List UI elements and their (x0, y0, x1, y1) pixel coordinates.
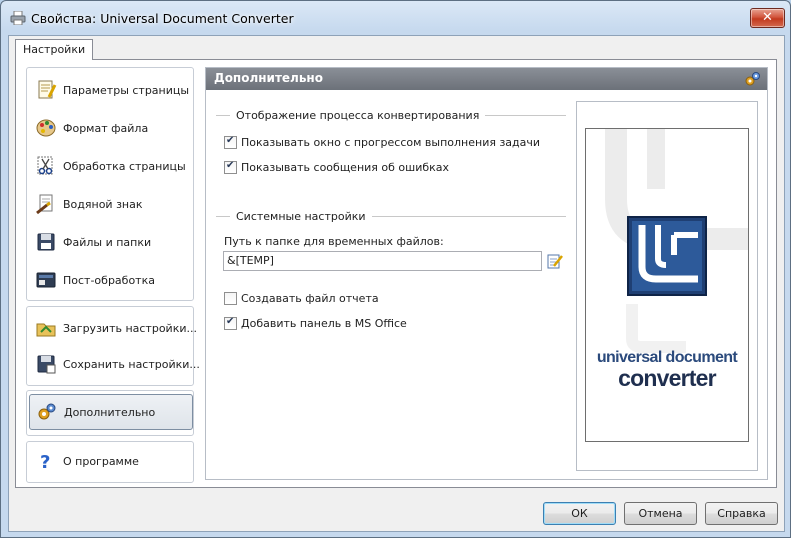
page-settings-icon (38, 80, 57, 99)
floppy-disk-icon (37, 233, 55, 251)
sidebar-item-label: Сохранить настройки... (63, 357, 200, 371)
settings-tab-panel: Параметры страницы Формат файла Обработк… (15, 59, 777, 488)
checkbox-box[interactable] (224, 160, 237, 174)
sidebar-group-advanced: Дополнительно (26, 390, 194, 436)
checkbox-box[interactable] (224, 291, 237, 305)
dialog-client-area: Настройки Параметры страницы Формат файл… (8, 35, 785, 532)
sidebar-item-file-format[interactable]: Формат файла (33, 113, 189, 143)
scissors-icon (37, 156, 53, 175)
printer-icon (10, 11, 26, 25)
sidebar-item-files-folders[interactable]: Файлы и папки (33, 227, 189, 257)
sidebar-item-label: Пост-обработка (63, 273, 155, 287)
edit-path-icon[interactable] (546, 252, 564, 270)
sidebar-item-label: Обработка страницы (63, 159, 186, 173)
sidebar-item-label: Файлы и папки (63, 235, 152, 249)
ms-office-panel-checkbox[interactable]: Добавить панель в MS Office (224, 315, 407, 331)
sidebar-item-label: О программе (63, 454, 139, 468)
section-progress-title: Отображение процесса конвертирования (216, 108, 566, 122)
window-title: Свойства: Universal Document Converter (31, 11, 294, 26)
sidebar-item-advanced[interactable]: Дополнительно (29, 394, 193, 430)
show-progress-checkbox[interactable]: Показывать окно с прогрессом выполнения … (224, 134, 540, 150)
sidebar-item-about[interactable]: ? О программе (33, 446, 189, 476)
sidebar-item-load-settings[interactable]: Загрузить настройки... (33, 313, 197, 343)
logo-line2: converter (618, 365, 716, 391)
sidebar-group-main: Параметры страницы Формат файла Обработк… (26, 67, 194, 301)
sidebar-group-presets: Загрузить настройки... Сохранить настрой… (26, 306, 200, 386)
temp-folder-input[interactable]: &[TEMP] (223, 251, 542, 271)
checkbox-box[interactable] (224, 135, 237, 149)
sidebar-item-label: Дополнительно (64, 405, 156, 419)
ok-button[interactable]: ОК (543, 502, 616, 525)
sidebar-item-label: Формат файла (63, 121, 149, 135)
checkbox-label: Показывать окно с прогрессом выполнения … (241, 135, 541, 149)
palette-icon (36, 119, 56, 137)
sidebar-item-label: Загрузить настройки... (63, 321, 197, 335)
sidebar-item-page-processing[interactable]: Обработка страницы (33, 151, 189, 181)
panel-title: Дополнительно (214, 71, 323, 85)
cancel-button[interactable]: Отмена (624, 502, 697, 525)
show-errors-checkbox[interactable]: Показывать сообщения об ошибках (224, 159, 449, 175)
temp-folder-label: Путь к папке для временных файлов: (224, 235, 444, 248)
sidebar-item-post-processing[interactable]: Пост-обработка (33, 265, 189, 295)
svg-text:?: ? (40, 452, 50, 472)
load-folder-icon (36, 323, 56, 337)
sidebar-item-save-settings[interactable]: Сохранить настройки... (33, 349, 200, 379)
gears-icon (745, 72, 760, 86)
sidebar-group-about: ? О программе (26, 441, 194, 483)
title-bar[interactable]: Свойства: Universal Document Converter ✕ (1, 1, 790, 35)
sidebar-item-label: Параметры страницы (63, 83, 190, 97)
sidebar-item-page-settings[interactable]: Параметры страницы (33, 75, 189, 105)
gears-icon (38, 403, 56, 420)
close-icon: ✕ (762, 10, 773, 25)
section-system-title: Системные настройки (216, 209, 566, 223)
udc-logo-icon (605, 129, 748, 353)
save-settings-icon (37, 355, 56, 374)
watermark-icon (36, 194, 53, 215)
checkbox-label: Показывать сообщения об ошибках (241, 160, 450, 174)
logo-frame: universal document converter (576, 101, 758, 471)
create-report-checkbox[interactable]: Создавать файл отчета (224, 290, 379, 306)
checkbox-label: Создавать файл отчета (241, 291, 379, 305)
tab-settings[interactable]: Настройки (15, 39, 94, 60)
help-icon: ? (40, 452, 50, 472)
checkbox-box[interactable] (224, 316, 237, 330)
product-logo: universal document converter (585, 128, 749, 442)
help-button[interactable]: Справка (705, 502, 778, 525)
post-processing-icon (36, 272, 56, 288)
advanced-settings-panel: Дополнительно Отображение процесса конве… (205, 67, 768, 480)
panel-header: Дополнительно (206, 68, 767, 90)
sidebar-item-label: Водяной знак (63, 197, 143, 211)
close-button[interactable]: ✕ (750, 8, 785, 28)
properties-window: Свойства: Universal Document Converter ✕… (0, 0, 791, 538)
sidebar-item-watermark[interactable]: Водяной знак (33, 189, 189, 219)
checkbox-label: Добавить панель в MS Office (241, 316, 407, 330)
